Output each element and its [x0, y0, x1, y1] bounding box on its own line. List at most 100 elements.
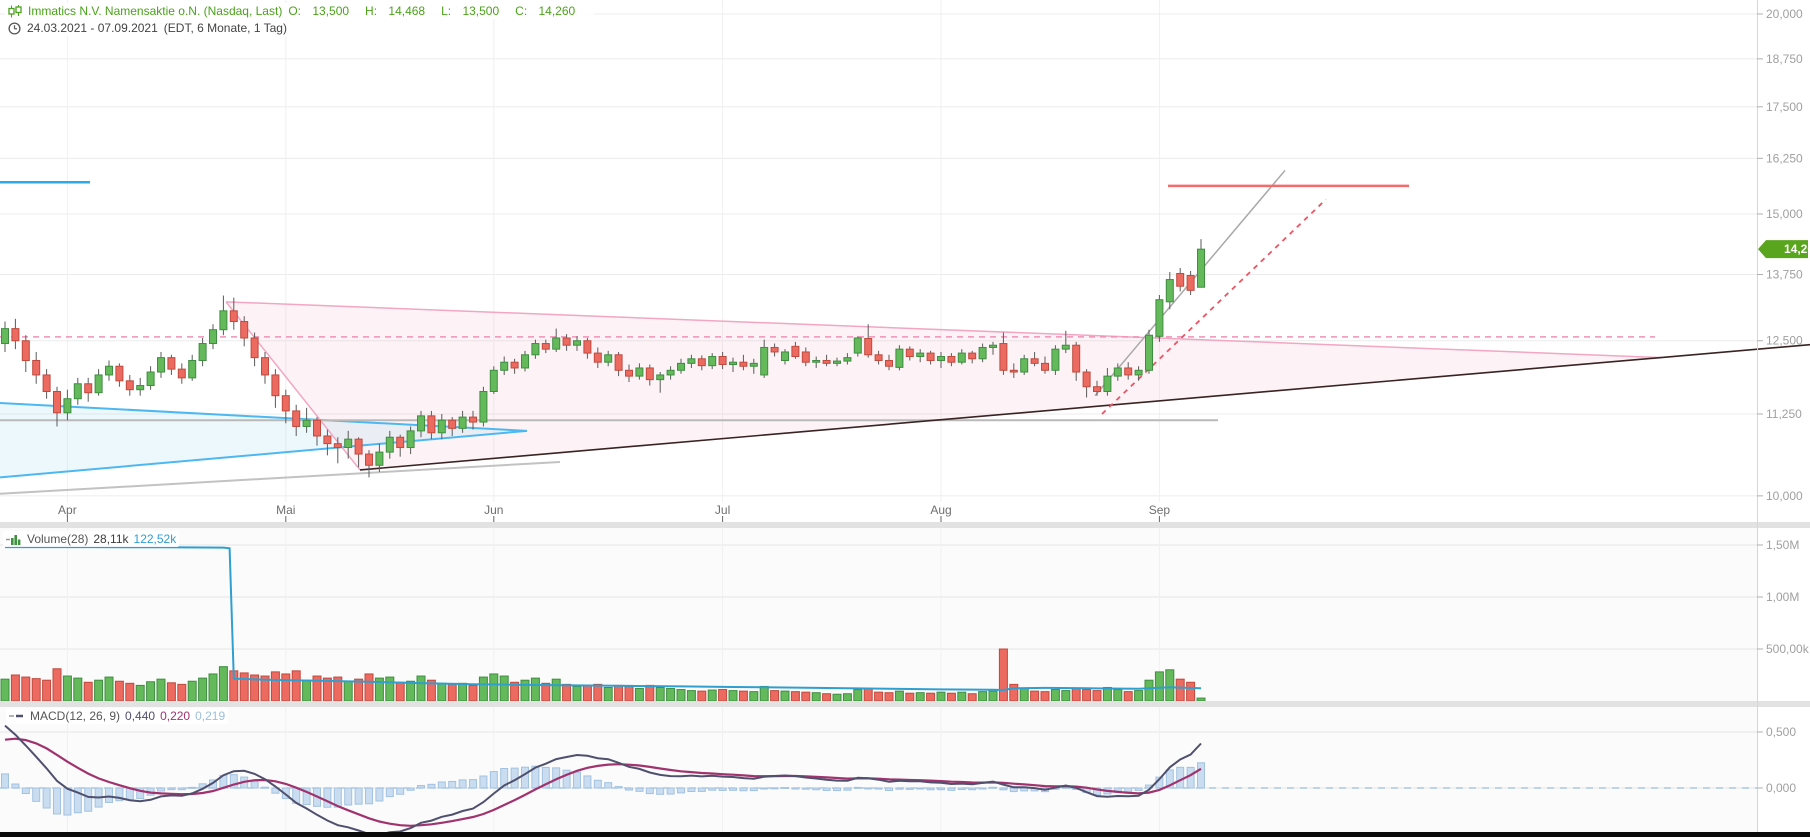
candle-up[interactable]	[385, 436, 394, 453]
volume-bar[interactable]	[614, 684, 624, 702]
candle-up[interactable]	[437, 419, 446, 434]
candle-down[interactable]	[292, 410, 301, 427]
volume-bar[interactable]	[1019, 688, 1029, 702]
candle-down[interactable]	[562, 337, 571, 346]
volume-bar[interactable]	[874, 691, 884, 702]
candle-down[interactable]	[1186, 274, 1195, 291]
volume-bar[interactable]	[364, 673, 374, 702]
candle-down[interactable]	[333, 443, 342, 449]
volume-bar[interactable]	[634, 688, 644, 702]
candle-up[interactable]	[188, 359, 197, 379]
candle-up[interactable]	[552, 337, 561, 350]
macd-indicator-label[interactable]: MACD(12, 26, 9) 0,440 0,220 0,219	[6, 708, 229, 724]
volume-bar[interactable]	[281, 673, 291, 702]
candle-up[interactable]	[209, 329, 217, 345]
candle-up[interactable]	[1113, 367, 1122, 377]
candle-down[interactable]	[177, 368, 186, 379]
volume-bar[interactable]	[499, 675, 509, 702]
volume-bar[interactable]	[832, 693, 842, 702]
candle-down[interactable]	[32, 359, 41, 376]
candle-up[interactable]	[146, 371, 155, 387]
volume-bar[interactable]	[146, 681, 156, 702]
candle-down[interactable]	[718, 355, 727, 366]
volume-bar[interactable]	[1030, 690, 1040, 702]
volume-bar[interactable]	[978, 691, 988, 702]
candle-up[interactable]	[843, 357, 852, 362]
candle-down[interactable]	[770, 346, 779, 353]
candle-up[interactable]	[219, 310, 228, 331]
candle-up[interactable]	[94, 374, 103, 394]
macd-pane-bg[interactable]	[0, 707, 1757, 832]
volume-bar[interactable]	[957, 691, 967, 702]
candle-down[interactable]	[583, 340, 592, 354]
candle-down[interactable]	[396, 436, 405, 449]
candle-down[interactable]	[926, 352, 935, 361]
candle-down[interactable]	[510, 361, 519, 369]
candle-down[interactable]	[125, 380, 134, 391]
candle-up[interactable]	[1, 328, 9, 345]
volume-bar[interactable]	[291, 670, 301, 702]
candle-up[interactable]	[302, 419, 311, 427]
candle-up[interactable]	[656, 374, 665, 381]
volume-bar[interactable]	[603, 686, 613, 702]
candle-down[interactable]	[1082, 371, 1091, 388]
volume-bar[interactable]	[1082, 689, 1092, 702]
volume-bar[interactable]	[593, 683, 603, 702]
candle-up[interactable]	[853, 337, 862, 354]
candle-down[interactable]	[968, 352, 977, 360]
volume-bar[interactable]	[915, 692, 925, 702]
candle-down[interactable]	[84, 383, 93, 394]
volume-bar[interactable]	[624, 685, 634, 702]
candle-down[interactable]	[229, 310, 238, 323]
volume-bar[interactable]	[1092, 690, 1102, 702]
chart-canvas[interactable]: Apr Mai Jun Jul Aug Sep 20,000 18,750 17,500 16,2…	[0, 0, 1810, 837]
candle-down[interactable]	[1041, 362, 1049, 371]
candle-up[interactable]	[375, 451, 384, 466]
volume-bar[interactable]	[936, 691, 946, 702]
candle-up[interactable]	[417, 415, 425, 432]
volume-bar[interactable]	[1165, 669, 1175, 702]
candle-up[interactable]	[531, 343, 540, 356]
volume-bar[interactable]	[125, 682, 135, 702]
volume-bar[interactable]	[562, 683, 572, 702]
volume-bar[interactable]	[530, 677, 540, 702]
candle-up[interactable]	[978, 346, 987, 360]
candle-up[interactable]	[157, 357, 165, 373]
candle-up[interactable]	[687, 358, 696, 364]
volume-bar[interactable]	[998, 648, 1008, 702]
candle-up[interactable]	[573, 340, 581, 346]
candle-up[interactable]	[479, 390, 488, 423]
volume-bar[interactable]	[31, 678, 41, 702]
candle-down[interactable]	[313, 419, 321, 437]
volume-bar[interactable]	[926, 692, 936, 702]
volume-bar[interactable]	[572, 685, 582, 702]
candle-down[interactable]	[801, 351, 810, 363]
volume-bar[interactable]	[1071, 688, 1081, 702]
candle-down[interactable]	[354, 438, 363, 455]
volume-bar[interactable]	[707, 689, 717, 702]
candle-up[interactable]	[1103, 375, 1112, 392]
volume-bar[interactable]	[458, 682, 468, 702]
candle-down[interactable]	[1093, 386, 1101, 392]
volume-bar[interactable]	[10, 674, 20, 702]
candle-up[interactable]	[916, 352, 925, 357]
candle-up[interactable]	[604, 354, 613, 363]
volume-bar[interactable]	[385, 676, 395, 702]
candle-up[interactable]	[749, 362, 758, 367]
candle-up[interactable]	[760, 346, 769, 376]
volume-bar[interactable]	[645, 684, 655, 702]
volume-bar[interactable]	[114, 680, 124, 702]
volume-bar[interactable]	[1123, 691, 1133, 702]
volume-bar[interactable]	[94, 679, 104, 702]
pane-divider[interactable]	[0, 701, 1810, 707]
candle-down[interactable]	[645, 367, 654, 381]
candle-down[interactable]	[271, 374, 280, 397]
volume-bar[interactable]	[551, 678, 561, 702]
candle-up[interactable]	[833, 360, 841, 364]
candle-down[interactable]	[365, 453, 373, 466]
volume-bar[interactable]	[988, 690, 998, 702]
candle-up[interactable]	[1155, 299, 1164, 337]
volume-bar[interactable]	[1061, 690, 1071, 702]
candle-up[interactable]	[781, 351, 789, 361]
candle-down[interactable]	[240, 321, 249, 339]
